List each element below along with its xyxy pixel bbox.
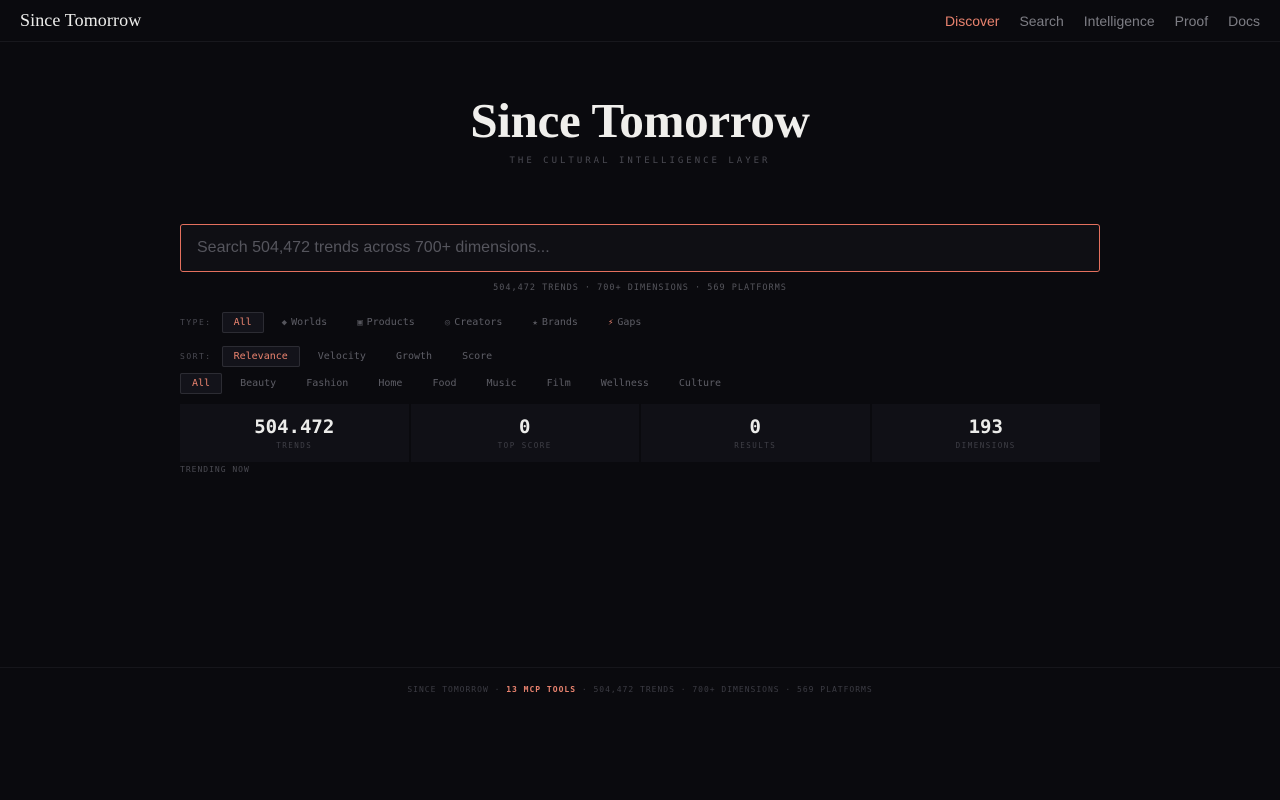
stat-label: TOP SCORE <box>497 441 552 450</box>
category-chip-beauty[interactable]: Beauty <box>228 373 288 394</box>
top-nav: Since Tomorrow Discover Search Intellige… <box>0 0 1280 42</box>
hero-subtitle: THE CULTURAL INTELLIGENCE LAYER <box>509 156 771 166</box>
stat-top-score: 0 TOP SCORE <box>410 404 639 462</box>
diamond-icon: ◆ <box>281 317 288 328</box>
type-chip-brands[interactable]: ★ Brands <box>520 312 590 333</box>
category-chip-culture[interactable]: Culture <box>667 373 733 394</box>
stat-label: DIMENSIONS <box>955 441 1016 450</box>
footer-suffix: · 504,472 TRENDS · 700+ DIMENSIONS · 569… <box>576 685 873 694</box>
type-chip-label: All <box>233 317 252 328</box>
stat-value: 504.472 <box>254 416 335 438</box>
sort-chip-growth[interactable]: Growth <box>384 346 444 367</box>
nav-docs[interactable]: Docs <box>1228 13 1260 29</box>
type-chip-label: Brands <box>541 317 578 328</box>
category-chip-film[interactable]: Film <box>535 373 583 394</box>
brand-logo[interactable]: Since Tomorrow <box>20 10 141 31</box>
creator-icon: ◎ <box>444 317 451 328</box>
category-chip-music[interactable]: Music <box>475 373 529 394</box>
category-chip-home[interactable]: Home <box>366 373 414 394</box>
stat-label: TRENDS <box>276 441 313 450</box>
category-chip-all[interactable]: All <box>180 373 223 394</box>
trending-now-label: TRENDING NOW <box>180 465 250 474</box>
type-chip-label: Products <box>366 317 415 328</box>
stat-results: 0 RESULTS <box>641 404 870 462</box>
nav-discover[interactable]: Discover <box>945 13 999 29</box>
type-chip-worlds[interactable]: ◆ Worlds <box>270 312 340 333</box>
type-label: TYPE: <box>180 318 212 327</box>
type-chip-all[interactable]: All <box>221 312 264 333</box>
search-stats: 504,472 TRENDS · 700+ DIMENSIONS · 569 P… <box>493 283 787 293</box>
sort-filter-row: SORT: Relevance Velocity Growth Score <box>180 346 510 367</box>
nav-intelligence[interactable]: Intelligence <box>1084 13 1155 29</box>
nav-links: Discover Search Intelligence Proof Docs <box>945 13 1260 29</box>
lightning-icon: ⚡ <box>607 317 614 328</box>
box-icon: ▣ <box>357 317 363 328</box>
stat-value: 0 <box>749 416 761 438</box>
category-chip-food[interactable]: Food <box>420 373 468 394</box>
type-filter-row: TYPE: All ◆ Worlds ▣ Products ◎ Creators… <box>180 312 659 333</box>
type-chip-label: Worlds <box>291 317 328 328</box>
footer-prefix: SINCE TOMORROW · <box>407 685 507 694</box>
category-chip-wellness[interactable]: Wellness <box>589 373 661 394</box>
search-box <box>180 224 1100 272</box>
nav-search[interactable]: Search <box>1019 13 1063 29</box>
sort-chip-relevance[interactable]: Relevance <box>221 346 300 367</box>
search-input[interactable] <box>181 225 1099 271</box>
stat-value: 0 <box>519 416 531 438</box>
footer: SINCE TOMORROW · 13 MCP TOOLS · 504,472 … <box>0 667 1280 800</box>
category-chip-fashion[interactable]: Fashion <box>294 373 360 394</box>
type-chip-creators[interactable]: ◎ Creators <box>433 312 515 333</box>
hero-title: Since Tomorrow <box>470 93 810 148</box>
star-icon: ★ <box>532 317 538 328</box>
stat-label: RESULTS <box>734 441 777 450</box>
sort-chip-score[interactable]: Score <box>450 346 504 367</box>
stat-trends: 504.472 TRENDS <box>180 404 409 462</box>
category-filter-row: All Beauty Fashion Home Food Music Film … <box>180 373 739 394</box>
type-chip-gaps[interactable]: ⚡ Gaps <box>596 312 654 333</box>
footer-mcp-tools[interactable]: 13 MCP TOOLS <box>506 685 576 694</box>
stat-dimensions: 193 DIMENSIONS <box>871 404 1100 462</box>
type-chip-label: Gaps <box>617 317 642 328</box>
sort-label: SORT: <box>180 352 212 361</box>
stats-panel: 504.472 TRENDS 0 TOP SCORE 0 RESULTS 193… <box>180 404 1100 462</box>
sort-chip-velocity[interactable]: Velocity <box>306 346 378 367</box>
stat-value: 193 <box>968 416 1003 438</box>
type-chip-label: Creators <box>454 317 503 328</box>
footer-line: SINCE TOMORROW · 13 MCP TOOLS · 504,472 … <box>0 685 1280 694</box>
type-chip-products[interactable]: ▣ Products <box>345 312 427 333</box>
nav-proof[interactable]: Proof <box>1175 13 1208 29</box>
